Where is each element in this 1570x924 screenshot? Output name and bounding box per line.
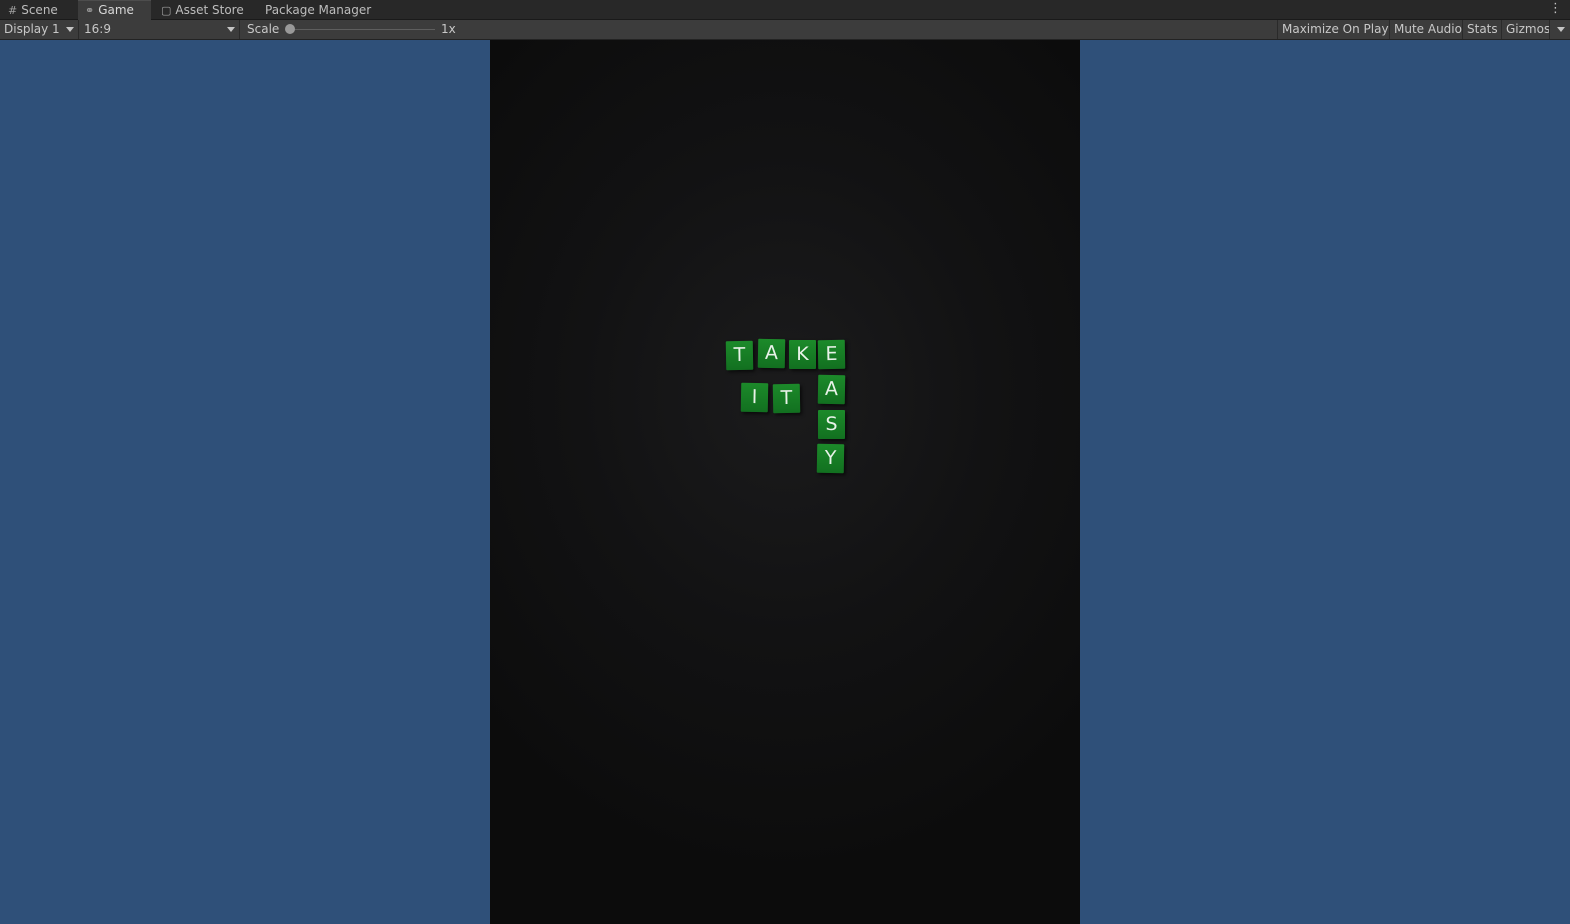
maximize-on-play-toggle[interactable]: Maximize On Play: [1277, 20, 1393, 39]
chevron-down-icon: [66, 27, 74, 32]
chevron-down-icon: [227, 27, 235, 32]
letter-tile[interactable]: E: [817, 339, 846, 370]
more-options-icon[interactable]: ⋮: [1549, 0, 1562, 20]
letter-tile[interactable]: K: [789, 340, 816, 369]
tab-game[interactable]: ⚭ Game: [78, 0, 151, 20]
display-dropdown[interactable]: Display 1: [0, 20, 79, 39]
aspect-dropdown[interactable]: 16:9: [79, 20, 240, 39]
mute-audio-label: Mute Audio: [1394, 22, 1462, 36]
stats-label: Stats: [1467, 22, 1498, 36]
gamepad-icon: ⚭: [85, 4, 95, 17]
gizmos-dropdown[interactable]: [1549, 20, 1570, 39]
shopping-bag-icon: ▢: [161, 4, 172, 17]
stats-toggle[interactable]: Stats: [1462, 20, 1502, 39]
letter-tile[interactable]: T: [772, 383, 801, 414]
scale-value: 1x: [441, 22, 456, 36]
aspect-dropdown-value: 16:9: [84, 22, 111, 36]
letter-tile[interactable]: A: [817, 374, 846, 405]
letter-tile[interactable]: Y: [816, 443, 845, 474]
letter-tile[interactable]: T: [725, 340, 754, 371]
scale-slider-track[interactable]: [290, 29, 435, 30]
editor-tab-bar: # Scene ⚭ Game ▢ Asset Store Package Manage…: [0, 0, 1570, 20]
display-dropdown-value: Display 1: [4, 22, 60, 36]
maximize-on-play-label: Maximize On Play: [1282, 22, 1389, 36]
tab-package-manager-label: Package Manager: [265, 3, 372, 17]
scale-label: Scale: [247, 22, 280, 36]
mute-audio-toggle[interactable]: Mute Audio: [1389, 20, 1466, 39]
tab-package-manager[interactable]: Package Manager: [265, 0, 371, 20]
scale-slider-handle[interactable]: [285, 24, 295, 34]
letter-tile[interactable]: I: [740, 382, 769, 413]
chevron-down-icon: [1557, 27, 1565, 32]
game-view-viewport[interactable]: T A K E I T A S Y: [490, 40, 1080, 924]
letter-tile[interactable]: S: [818, 410, 845, 439]
tab-scene[interactable]: # Scene: [8, 0, 58, 20]
tab-scene-label: Scene: [21, 3, 58, 17]
game-view-toolbar: Display 1 16:9 Scale 1x Maximize On Play…: [0, 20, 1570, 40]
gizmos-toggle[interactable]: Gizmos: [1501, 20, 1554, 39]
tab-game-label: Game: [98, 3, 134, 17]
tab-asset-store[interactable]: ▢ Asset Store: [161, 0, 244, 20]
letter-tile[interactable]: A: [757, 338, 786, 369]
gizmos-label: Gizmos: [1506, 22, 1551, 36]
tab-asset-store-label: Asset Store: [175, 3, 244, 17]
grid-icon: #: [8, 4, 18, 17]
